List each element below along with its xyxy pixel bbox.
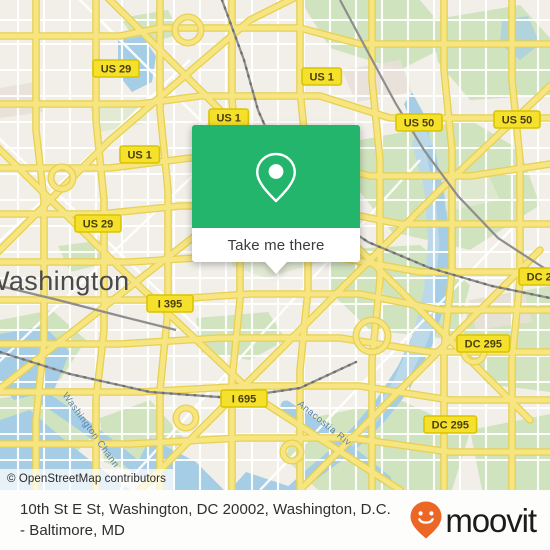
road-shield: DC 295 (423, 415, 478, 434)
road-shield: US 29 (92, 59, 140, 78)
road-shield: I 395 (146, 294, 194, 313)
road-shield-label: US 50 (502, 115, 533, 127)
address-text: 10th St E St, Washington, DC 20002, Wash… (20, 501, 391, 539)
map-screenshot: Washington Channel Anacostia River Washi… (0, 0, 550, 550)
road-shield: US 50 (395, 113, 443, 132)
road-shield-label: US 29 (101, 64, 132, 76)
road-shield: US 50 (493, 110, 541, 129)
take-me-there-label: Take me there (227, 236, 325, 254)
road-shield: DC 295 (456, 334, 511, 353)
road-shield-label: DC 295 (465, 339, 502, 351)
moovit-logo[interactable]: moovit (409, 500, 537, 540)
road-shield: US 1 (208, 108, 250, 127)
moovit-smiley-pin-icon (410, 501, 442, 539)
road-shield-label: I 395 (158, 299, 182, 311)
road-shield-label: DC 295 (527, 272, 550, 284)
map-pin-icon (256, 152, 296, 202)
take-me-there-button[interactable]: Take me there (192, 228, 360, 262)
popup-header (192, 125, 360, 228)
location-popup-card[interactable]: Take me there (192, 125, 360, 274)
road-shield-label: I 695 (232, 394, 256, 406)
popup-tail (265, 262, 287, 274)
city-label-washington: Washington (0, 266, 130, 296)
road-shield-label: US 1 (216, 113, 240, 125)
moovit-wordmark: moovit (445, 501, 537, 539)
footer-bar: 10th St E St, Washington, DC 20002, Wash… (0, 490, 550, 550)
road-shield: US 1 (301, 67, 343, 86)
road-shield-label: US 1 (127, 150, 151, 162)
road-shield-label: DC 295 (432, 420, 469, 432)
road-shield: DC 295 (518, 267, 550, 286)
road-shield: US 1 (119, 145, 161, 164)
road-shield-label: US 1 (309, 72, 333, 84)
road-shield: I 695 (220, 389, 268, 408)
road-shield-label: US 29 (83, 219, 114, 231)
openstreetmap-attribution[interactable]: © OpenStreetMap contributors (0, 469, 173, 490)
road-shield-label: US 50 (404, 118, 435, 130)
road-shield: US 29 (74, 214, 122, 233)
